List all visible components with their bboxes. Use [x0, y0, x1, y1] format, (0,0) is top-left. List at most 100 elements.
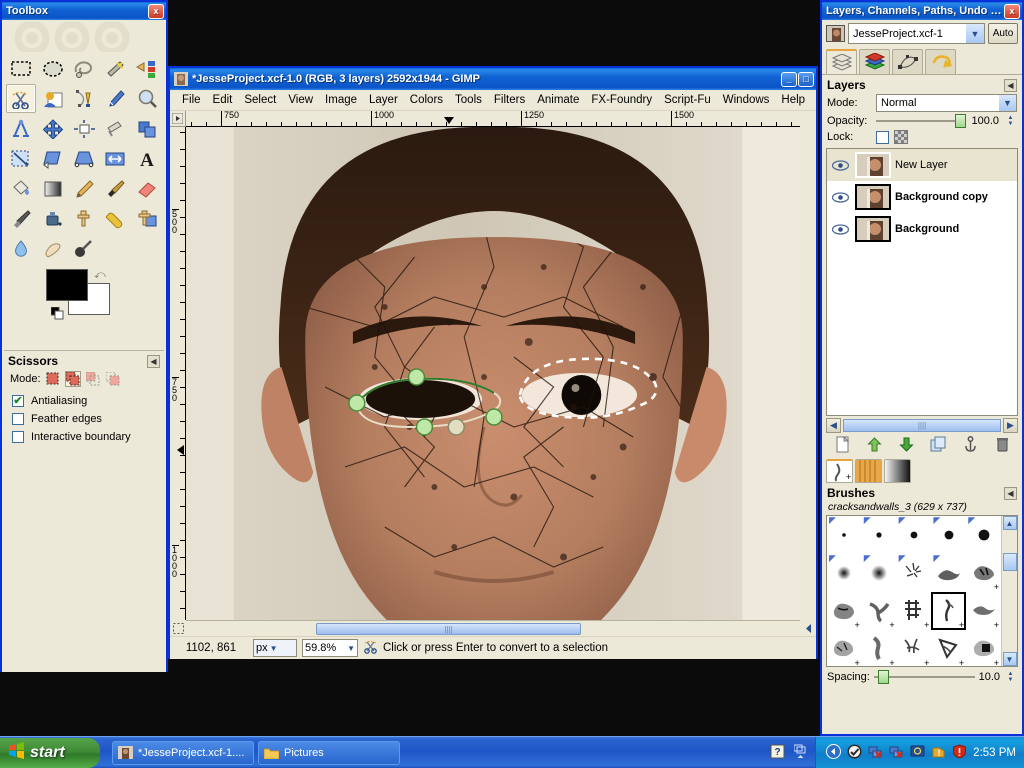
eraser-tool[interactable]: [132, 174, 162, 203]
free-select-tool[interactable]: [69, 54, 99, 83]
layers-panel-menu-icon[interactable]: ◀: [1004, 78, 1017, 92]
brush-cell[interactable]: +: [862, 592, 897, 630]
lower-layer-button[interactable]: [898, 436, 915, 456]
ink-tool[interactable]: [37, 204, 67, 233]
antialiasing-row[interactable]: ✔ Antialiasing: [4, 389, 164, 407]
horizontal-ruler[interactable]: 750 1000 1250 1500: [186, 111, 800, 127]
brushes-scrollbar-thumb[interactable]: [1002, 553, 1017, 571]
perspective-tool[interactable]: [69, 144, 99, 173]
vertical-scrollbar[interactable]: [800, 127, 816, 620]
eye-icon[interactable]: [829, 191, 851, 203]
zoom-tool[interactable]: [132, 84, 162, 113]
paths-tool[interactable]: [69, 84, 99, 113]
brush-cell[interactable]: +: [862, 630, 897, 666]
menu-file[interactable]: File: [176, 92, 207, 108]
spacing-slider-knob[interactable]: [877, 670, 889, 684]
default-colors-icon[interactable]: [50, 306, 64, 320]
layers-list[interactable]: New Layer Background copy Background: [826, 148, 1018, 416]
raise-layer-button[interactable]: [866, 436, 883, 456]
ellipse-select-tool[interactable]: [37, 54, 67, 83]
layer-row-new-layer[interactable]: New Layer: [827, 149, 1017, 181]
layer-row-background-copy[interactable]: Background copy: [827, 181, 1017, 213]
layers-list-scrollbar[interactable]: ◀ |||| ▶: [826, 418, 1018, 433]
taskbar-item-pictures[interactable]: Pictures: [258, 740, 400, 765]
dock-titlebar[interactable]: Layers, Channels, Paths, Undo -... x: [822, 2, 1022, 20]
interactive-boundary-checkbox[interactable]: [12, 431, 24, 443]
gradient-tool[interactable]: [37, 174, 67, 203]
horizontal-scrollbar[interactable]: ||||: [186, 620, 800, 636]
layers-tab[interactable]: [826, 49, 857, 74]
brush-cell[interactable]: +: [897, 630, 932, 666]
menu-help[interactable]: Help: [775, 92, 811, 108]
network-disconnected-icon-2[interactable]: [889, 744, 904, 762]
feather-edges-row[interactable]: Feather edges: [4, 407, 164, 425]
undo-history-tab[interactable]: [925, 49, 956, 74]
tray-expand-icon[interactable]: [826, 743, 842, 762]
brush-cell[interactable]: ◤: [827, 516, 862, 554]
anchor-layer-button[interactable]: [962, 435, 979, 456]
lock-pixels-checkbox[interactable]: [876, 130, 889, 144]
patterns-tab[interactable]: [855, 459, 882, 483]
layer-row-background[interactable]: Background: [827, 213, 1017, 245]
toolbox-titlebar[interactable]: Toolbox x: [2, 2, 166, 20]
heal-tool[interactable]: [100, 204, 130, 233]
vertical-ruler[interactable]: 500 750 1000: [170, 127, 186, 620]
delete-layer-button[interactable]: [994, 436, 1011, 456]
scale-tool[interactable]: [6, 144, 36, 173]
brushes-tab[interactable]: +: [826, 459, 853, 483]
chevron-down-icon[interactable]: ▼: [966, 24, 984, 43]
menu-filters[interactable]: Filters: [488, 92, 531, 108]
scroll-right-icon[interactable]: ▶: [1003, 418, 1018, 433]
foreground-select-tool[interactable]: [37, 84, 67, 113]
spacing-stepper[interactable]: ▲ ▼: [1004, 670, 1017, 684]
brush-cell[interactable]: +: [966, 554, 1001, 592]
foreground-color-swatch[interactable]: [46, 269, 88, 301]
eye-icon[interactable]: [829, 159, 851, 171]
menu-script-fu[interactable]: Script-Fu: [658, 92, 717, 108]
network-disconnected-icon[interactable]: [868, 744, 883, 762]
text-tool[interactable]: A: [132, 144, 162, 173]
scissors-select-tool[interactable]: [6, 84, 37, 113]
start-button[interactable]: start: [0, 737, 100, 768]
warning-icon[interactable]: !: [931, 744, 946, 762]
clock[interactable]: 2:53 PM: [973, 747, 1016, 759]
duplicate-layer-button[interactable]: [930, 436, 947, 456]
brush-cell[interactable]: +: [931, 630, 966, 666]
new-layer-button[interactable]: [834, 435, 851, 456]
menu-fx-foundry[interactable]: FX-Foundry: [585, 92, 658, 108]
eye-icon[interactable]: [829, 223, 851, 235]
paths-tab[interactable]: [892, 49, 923, 74]
brush-cell[interactable]: +: [966, 592, 1001, 630]
spacing-slider[interactable]: [873, 670, 975, 684]
quick-mask-toggle[interactable]: [170, 620, 186, 636]
swap-colors-icon[interactable]: ⤺: [94, 269, 107, 282]
tool-options-menu-icon[interactable]: ◀: [147, 354, 160, 368]
image-window-titlebar[interactable]: *JesseProject.xcf-1.0 (RGB, 3 layers) 25…: [170, 68, 816, 90]
maximize-icon[interactable]: □: [798, 71, 814, 87]
blur-sharpen-tool[interactable]: [6, 234, 36, 263]
image-select-field[interactable]: JesseProject.xcf-1 ▼: [848, 23, 985, 44]
opacity-stepper[interactable]: ▲ ▼: [1004, 114, 1017, 128]
clone-tool[interactable]: [69, 204, 99, 233]
brush-cell[interactable]: ◤: [897, 554, 932, 592]
show-desktop-icon[interactable]: [793, 744, 807, 762]
gradients-tab[interactable]: [884, 459, 911, 483]
brush-cell[interactable]: +: [827, 592, 862, 630]
menu-colors[interactable]: Colors: [404, 92, 449, 108]
rect-select-tool[interactable]: [6, 54, 36, 83]
menu-edit[interactable]: Edit: [207, 92, 239, 108]
fuzzy-select-tool[interactable]: [100, 54, 130, 83]
dodge-burn-tool[interactable]: [69, 234, 99, 263]
airbrush-tool[interactable]: [6, 204, 36, 233]
menu-layer[interactable]: Layer: [363, 92, 404, 108]
scroll-left-icon[interactable]: ◀: [826, 418, 841, 433]
rotate-tool[interactable]: [132, 114, 162, 143]
flip-tool[interactable]: [100, 144, 130, 173]
menu-image[interactable]: Image: [319, 92, 363, 108]
brush-cell[interactable]: ◤: [862, 554, 897, 592]
menu-select[interactable]: Select: [238, 92, 282, 108]
menu-tools[interactable]: Tools: [449, 92, 488, 108]
interactive-boundary-row[interactable]: Interactive boundary: [4, 425, 164, 443]
brush-cell[interactable]: ◤: [827, 554, 862, 592]
navigation-preview-button[interactable]: [800, 620, 816, 636]
